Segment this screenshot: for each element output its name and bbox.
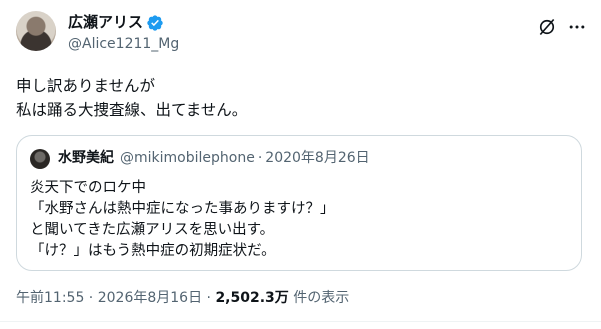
tweet-meta: 午前11:55 · 2026年8月16日 · 2,502.3万 件の表示 xyxy=(16,289,349,307)
quoted-line: 「け？」はもう熱中症の初期症状だ。 xyxy=(30,243,276,259)
views-link[interactable]: 2,502.3万 件の表示 xyxy=(215,290,349,306)
quoted-tweet[interactable]: 水野美紀 @mikimobilephone · 2020年8月26日 炎天下での… xyxy=(16,135,582,271)
tweet-date: 2026年8月16日 xyxy=(97,290,203,306)
quoted-line: 「水野さんは熱中症になった事ありますけ？」 xyxy=(30,201,335,217)
quoted-separator: · xyxy=(257,150,263,166)
tweet-line: 私は踊る大捜査線、出てません。 xyxy=(16,101,248,119)
verified-badge-icon xyxy=(147,14,163,31)
tweet-text: 申し訳ありませんが 私は踊る大捜査線、出てません。 xyxy=(16,74,576,122)
views-label: 件の表示 xyxy=(288,290,350,306)
tweet-time-link[interactable]: 午前11:55 · 2026年8月16日 xyxy=(16,290,202,306)
quoted-author-avatar[interactable] xyxy=(30,149,50,169)
author-display-name[interactable]: 広瀬アリス xyxy=(68,13,143,32)
meta-separator: · xyxy=(84,290,98,306)
meta-separator: · xyxy=(202,290,216,306)
quoted-line: と聞いてきた広瀬アリスを思い出す。 xyxy=(30,222,275,238)
grok-icon[interactable] xyxy=(537,17,557,37)
author-name-row: 広瀬アリス xyxy=(68,13,164,32)
author-avatar[interactable] xyxy=(16,11,56,51)
quoted-display-name[interactable]: 水野美紀 xyxy=(58,149,114,167)
divider xyxy=(0,321,601,322)
more-options-icon[interactable] xyxy=(566,17,588,37)
quoted-date[interactable]: 2020年8月26日 xyxy=(265,149,369,167)
quoted-text: 炎天下でのロケ中 「水野さんは熱中症になった事ありますけ？」 と聞いてきた広瀬ア… xyxy=(30,178,335,262)
quoted-header: 水野美紀 @mikimobilephone · 2020年8月26日 xyxy=(58,149,370,167)
quoted-line: 炎天下でのロケ中 xyxy=(30,180,146,196)
views-count: 2,502.3万 xyxy=(215,290,289,306)
author-handle[interactable]: @Alice1211_Mg xyxy=(68,36,179,53)
tweet-line: 申し訳ありませんが xyxy=(16,77,156,95)
tweet-time: 午前11:55 xyxy=(16,290,85,306)
quoted-handle[interactable]: @mikimobilephone xyxy=(120,149,255,167)
